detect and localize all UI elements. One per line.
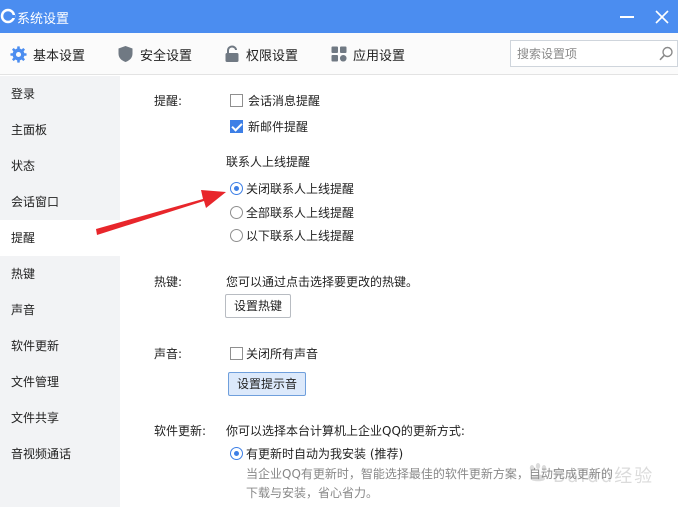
new-mail-reminder-label[interactable]: 新邮件提醒: [248, 118, 308, 135]
apps-icon: [331, 46, 347, 62]
tab-security-settings[interactable]: 安全设置: [117, 33, 192, 75]
contact-online-heading: 联系人上线提醒: [226, 155, 311, 169]
tab-label: 应用设置: [353, 48, 406, 64]
title-bar: 系统设置: [0, 0, 678, 33]
settings-toolbar: 基本设置 安全设置 权限设置 应用设置: [0, 33, 678, 75]
sidebar-item-file-sharing[interactable]: 文件共享: [0, 400, 120, 436]
update-description: 你可以选择本台计算机上企业QQ的更新方式:: [226, 424, 465, 438]
settings-content: 提醒: 会话消息提醒 新邮件提醒 联系人上线提醒 关闭联系人上线提醒 全部联系人…: [120, 76, 678, 507]
sidebar-item-software-update[interactable]: 软件更新: [0, 328, 120, 364]
paw-icon: [529, 463, 547, 482]
mute-all-sounds-label[interactable]: 关闭所有声音: [246, 345, 318, 362]
sidebar-item-hotkey[interactable]: 热键: [0, 256, 120, 292]
sidebar-item-sound[interactable]: 声音: [0, 292, 120, 328]
shield-icon: [118, 46, 133, 62]
auto-install-update-radio[interactable]: [230, 447, 243, 460]
set-hotkey-button[interactable]: 设置热键: [225, 294, 292, 318]
sidebar-item-status[interactable]: 状态: [0, 148, 120, 184]
contact-reminder-off-radio[interactable]: [230, 182, 243, 195]
window-title: 系统设置: [17, 12, 70, 27]
contact-reminder-all-radio[interactable]: [230, 206, 243, 219]
update-label: 软件更新:: [154, 424, 207, 438]
search-input[interactable]: [517, 45, 652, 62]
contact-reminder-off-label[interactable]: 关闭联系人上线提醒: [246, 180, 354, 197]
tab-app-settings[interactable]: 应用设置: [331, 33, 405, 75]
set-notification-sound-button[interactable]: 设置提示音: [228, 372, 307, 396]
hotkey-label: 热键:: [154, 275, 183, 289]
chat-message-reminder-label[interactable]: 会话消息提醒: [248, 92, 320, 109]
search-box[interactable]: [510, 40, 678, 67]
tab-basic-settings[interactable]: 基本设置: [10, 33, 85, 75]
sidebar-item-reminder[interactable]: 提醒: [0, 220, 120, 256]
tab-label: 权限设置: [246, 48, 299, 64]
sidebar-item-login[interactable]: 登录: [0, 76, 120, 112]
app-logo-icon: [0, 8, 16, 24]
reminder-label: 提醒:: [154, 94, 183, 108]
sound-label: 声音:: [154, 347, 183, 361]
tab-label: 安全设置: [140, 48, 193, 64]
update-detail-line2: 下载与安装，省心省力。: [246, 486, 379, 500]
tab-label: 基本设置: [33, 48, 86, 64]
watermark-text: Baidu经验: [553, 466, 655, 487]
new-mail-reminder-checkbox[interactable]: [230, 120, 243, 133]
tab-permission-settings[interactable]: 权限设置: [224, 33, 298, 75]
search-icon[interactable]: [659, 46, 674, 61]
gear-icon: [10, 45, 27, 63]
hotkey-description: 您可以通过点击选择要更改的热键。: [226, 275, 419, 289]
minimize-button[interactable]: [620, 16, 634, 18]
contact-reminder-selected-radio[interactable]: [230, 229, 243, 242]
mute-all-sounds-checkbox[interactable]: [230, 347, 243, 360]
close-icon[interactable]: [652, 7, 672, 27]
contact-reminder-selected-label[interactable]: 以下联系人上线提醒: [246, 227, 354, 244]
sidebar-item-main-panel[interactable]: 主面板: [0, 112, 120, 148]
contact-reminder-all-label[interactable]: 全部联系人上线提醒: [246, 204, 354, 221]
baidu-watermark: Baidu经验: [527, 452, 677, 492]
sidebar-item-file-management[interactable]: 文件管理: [0, 364, 120, 400]
sidebar-item-chat-window[interactable]: 会话窗口: [0, 184, 120, 220]
chat-message-reminder-checkbox[interactable]: [230, 94, 243, 107]
settings-sidebar: 登录 主面板 状态 会话窗口 提醒 热键 声音 软件更新 文件管理 文件共享 音…: [0, 76, 120, 507]
sidebar-item-av-call[interactable]: 音视频通话: [0, 436, 120, 472]
lock-icon: [225, 45, 239, 62]
auto-install-update-label[interactable]: 有更新时自动为我安装 (推荐): [246, 445, 403, 462]
